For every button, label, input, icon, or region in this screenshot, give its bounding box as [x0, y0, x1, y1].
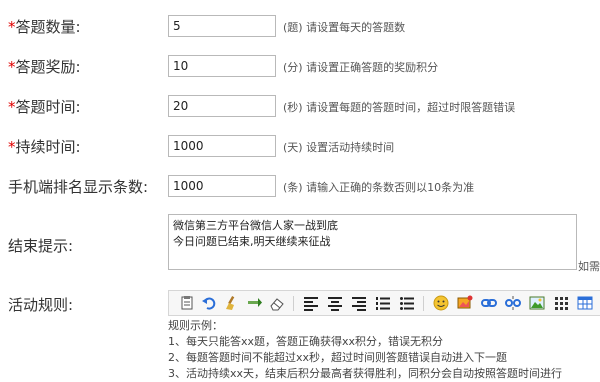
field-label-text: 手机端排名显示条数:: [8, 178, 149, 196]
required-mark: *: [8, 18, 16, 36]
field-label: *答题奖励:: [8, 56, 81, 77]
align-left-icon[interactable]: [303, 295, 319, 311]
field-label-text: 答题奖励:: [15, 58, 81, 76]
required-mark: *: [8, 58, 16, 76]
field-hint: (分) 请设置正确答题的奖励积分: [283, 61, 439, 74]
table-icon[interactable]: [577, 295, 593, 311]
rules-line: 3、活动持续xx天，结束后积分最高者获得胜利，同积分会自动按照答题时间进行: [168, 367, 563, 380]
ranking-count-input[interactable]: 1000: [168, 175, 276, 197]
editor-toolbar: [168, 290, 600, 316]
answer-reward-input[interactable]: 10: [168, 55, 276, 77]
eraser-icon[interactable]: [269, 295, 285, 311]
field-label: 手机端排名显示条数:: [8, 176, 148, 197]
link-icon[interactable]: [481, 295, 497, 311]
rules-label: 活动规则:: [8, 296, 74, 314]
field-label: *答题时间:: [8, 96, 81, 117]
field-label-text: 答题时间:: [15, 98, 81, 116]
table-grid-icon[interactable]: [553, 295, 569, 311]
unlink-icon[interactable]: [505, 295, 521, 311]
field-label-text: 持续时间:: [15, 138, 81, 156]
duration-input[interactable]: 1000: [168, 135, 276, 157]
rules-editor-content[interactable]: 规则示例： 1、每天只能答xx题，答题正确获得xx积分，错误无积分 2、每题答题…: [168, 318, 600, 380]
field-hint: (条) 请输入正确的条数否则以10条为准: [283, 181, 475, 194]
end-tip-line: 微信第三方平台微信人家一战到底: [173, 219, 338, 232]
answer-time-input[interactable]: 20: [168, 95, 276, 117]
paste-icon[interactable]: [179, 295, 195, 311]
ordered-list-icon[interactable]: [375, 295, 391, 311]
field-hint: (天) 设置活动持续时间: [283, 141, 395, 154]
end-tip-textarea[interactable]: 微信第三方平台微信人家一战到底 今日问题已结束,明天继续来征战: [168, 214, 577, 270]
field-label: *持续时间:: [8, 136, 81, 157]
required-mark: *: [8, 138, 16, 156]
unordered-list-icon[interactable]: [399, 295, 415, 311]
picture-icon[interactable]: [529, 295, 545, 311]
field-hint: (秒) 请设置每题的答题时间，超过时限答题错误: [283, 101, 516, 114]
align-center-icon[interactable]: [327, 295, 343, 311]
rules-line: 1、每天只能答xx题，答题正确获得xx积分，错误无积分: [168, 335, 444, 348]
field-label-text: 答题数量:: [15, 18, 81, 36]
clear-format-icon[interactable]: [223, 295, 239, 311]
field-label: *答题数量:: [8, 16, 81, 37]
required-mark: *: [8, 98, 16, 116]
end-tip-side-hint: 如需: [578, 260, 600, 273]
align-right-icon[interactable]: [351, 295, 367, 311]
emoticon-icon[interactable]: [433, 295, 449, 311]
rules-line: 2、每题答题时间不能超过xx秒，超过时间则答题错误自动进入下一题: [168, 351, 508, 364]
rules-line: 规则示例：: [168, 319, 223, 332]
end-tip-line: 今日问题已结束,明天继续来征战: [173, 235, 331, 248]
end-tip-label: 结束提示:: [8, 237, 74, 255]
image-icon[interactable]: [457, 295, 473, 311]
insert-row-icon[interactable]: [247, 295, 263, 311]
undo-icon[interactable]: [201, 295, 217, 311]
field-hint: (题) 请设置每天的答题数: [283, 21, 406, 34]
answer-count-input[interactable]: 5: [168, 15, 276, 37]
